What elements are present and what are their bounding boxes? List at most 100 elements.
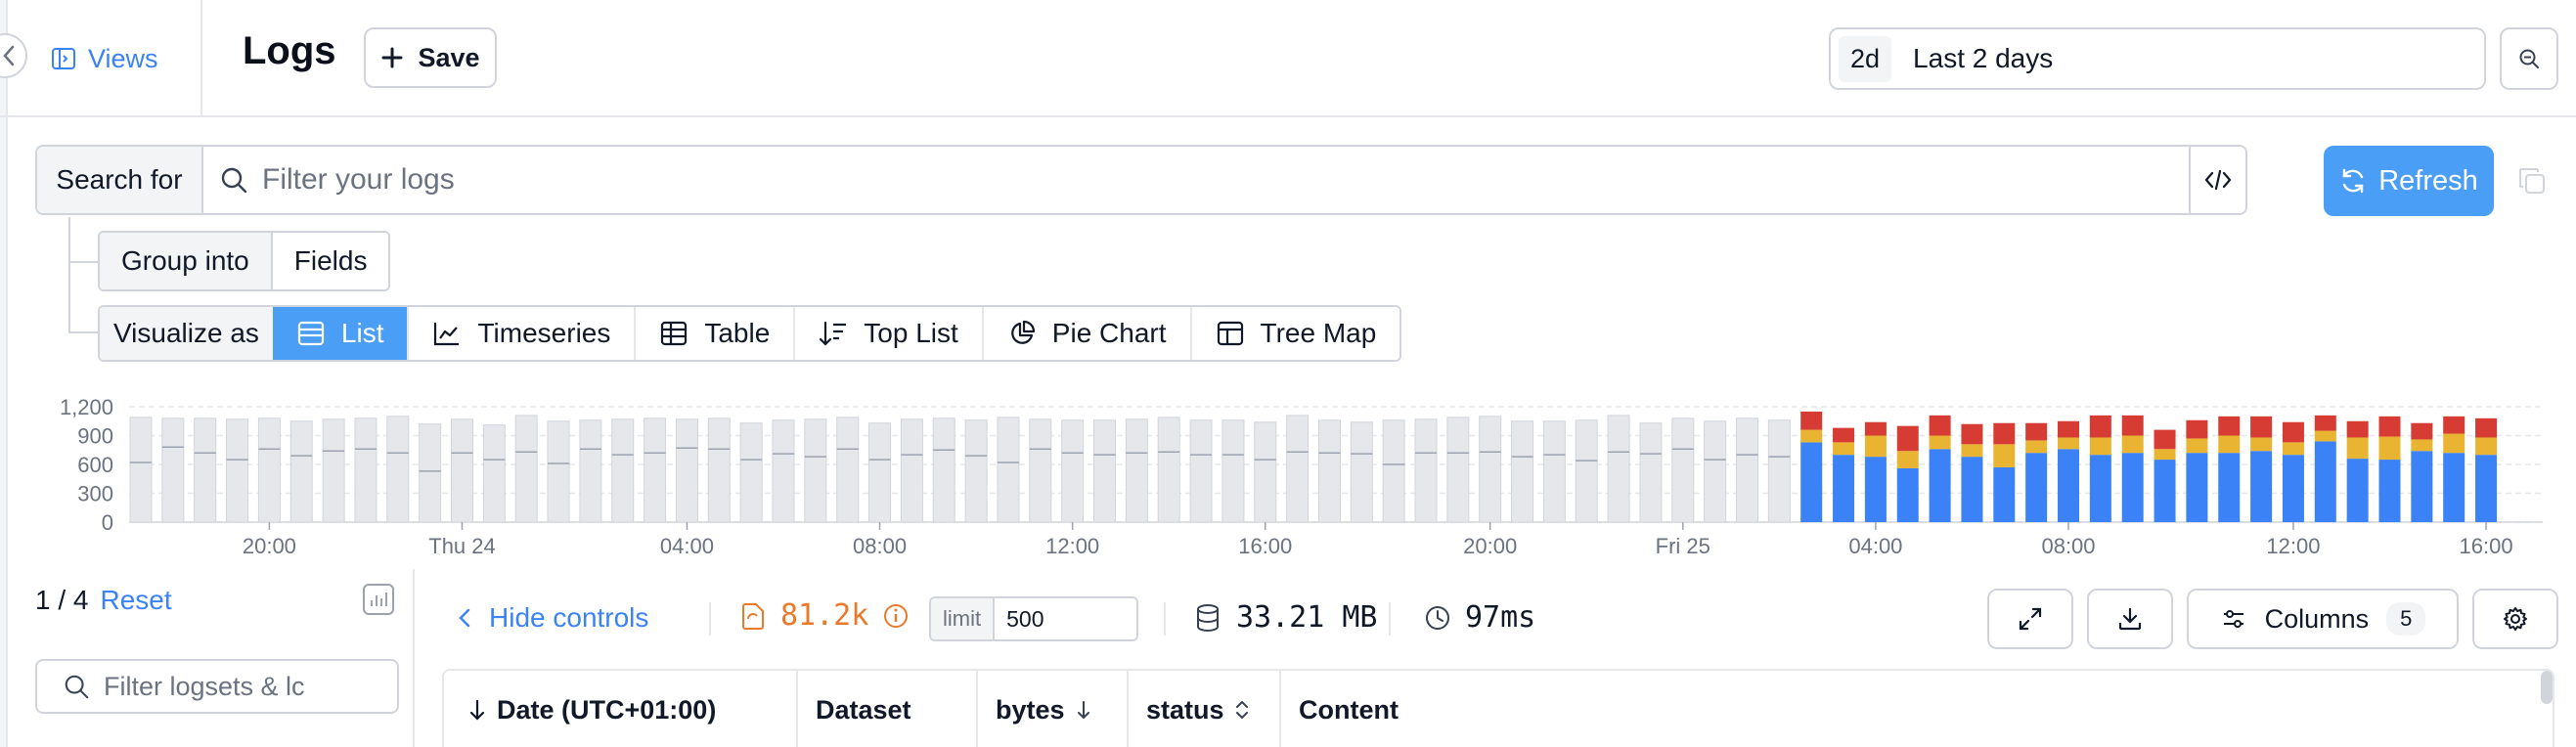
histogram-bar-red: [2025, 422, 2048, 441]
histogram-bar-red: [1961, 423, 1983, 445]
scrollbar[interactable]: [2541, 671, 2553, 704]
histogram-bar-red: [1800, 411, 1823, 430]
histogram-bar-yellow: [2475, 437, 2498, 456]
histogram-bar-yellow: [2186, 438, 2208, 454]
histogram-bar-red: [2154, 429, 2176, 450]
column-header-dataset[interactable]: Dataset: [798, 671, 978, 747]
histogram-bar-blue: [2378, 460, 2401, 522]
hide-controls-button[interactable]: Hide controls: [458, 602, 648, 634]
save-button[interactable]: Save: [364, 27, 497, 88]
histogram-bar-inactive: [1446, 417, 1470, 523]
filter-logsets-field[interactable]: [35, 659, 399, 714]
histogram-bar-yellow: [2089, 437, 2111, 456]
views-link[interactable]: Views: [51, 39, 158, 78]
histogram-bar-inactive: [1767, 419, 1791, 523]
histogram-bar-blue: [2025, 453, 2048, 522]
sliders-icon: [2223, 610, 2243, 628]
histogram-bar-inactive: [194, 417, 217, 523]
stats-separator: [1164, 602, 1166, 636]
info-icon[interactable]: [882, 602, 910, 630]
histogram-bar-inactive: [1157, 417, 1180, 523]
viz-option-timeseries[interactable]: Timeseries: [407, 307, 635, 360]
expand-button[interactable]: [1987, 589, 2073, 649]
stats-separator: [1389, 602, 1391, 636]
column-header-date[interactable]: Date (UTC+01:00): [444, 671, 798, 747]
search-input[interactable]: [262, 163, 2189, 197]
histogram-bar-inactive: [1125, 418, 1148, 523]
column-header-status[interactable]: status: [1129, 671, 1281, 747]
panel-divider: [413, 569, 415, 747]
time-range-chip: 2d: [1839, 35, 1892, 82]
histogram-bar-inactive: [1029, 418, 1052, 523]
x-tick-label: Fri 25: [1656, 534, 1710, 558]
histogram-bar-inactive: [1061, 419, 1085, 523]
group-into-fields-button[interactable]: Fields: [272, 233, 389, 289]
copy-icon[interactable]: [2517, 166, 2547, 196]
histogram-bar-red: [2346, 420, 2369, 438]
refresh-button[interactable]: Refresh: [2324, 146, 2494, 216]
pie-chart-icon: [1010, 320, 1035, 344]
columns-button[interactable]: Columns 5: [2187, 589, 2459, 649]
histogram-bar-inactive: [868, 422, 892, 523]
result-count: 81.2k: [739, 598, 910, 633]
histogram-bar-red: [2314, 415, 2336, 431]
column-header-content[interactable]: Content: [1281, 671, 2553, 747]
zoom-out-button[interactable]: [2500, 27, 2558, 90]
histogram-bar-red: [1929, 415, 1951, 436]
histogram-bar-yellow: [1993, 444, 2016, 467]
viz-option-table[interactable]: Table: [634, 307, 794, 360]
histogram-bar-blue: [2089, 455, 2111, 522]
code-toggle-button[interactable]: [2189, 147, 2245, 213]
viz-option-top-list[interactable]: Top List: [793, 307, 982, 360]
viz-option-pie-chart[interactable]: Pie Chart: [981, 307, 1190, 360]
y-tick-label: 0: [102, 510, 113, 535]
viz-option-list[interactable]: List: [272, 307, 408, 360]
histogram-bar-inactive: [579, 419, 602, 523]
query-time-value: 97ms: [1465, 600, 1536, 635]
histogram-bar-inactive: [1479, 416, 1502, 523]
settings-button[interactable]: [2472, 589, 2558, 649]
histogram-bar-inactive: [514, 415, 538, 523]
histogram-bar-inactive: [161, 417, 185, 523]
limit-input[interactable]: [995, 598, 1113, 639]
download-button[interactable]: [2087, 589, 2173, 649]
histogram-bar-blue: [1929, 449, 1951, 522]
x-tick-label: 12:00: [2266, 534, 2320, 558]
histogram-bar-red: [2089, 415, 2111, 438]
histogram-bar-blue: [1896, 467, 1919, 522]
line-chart-icon: [434, 323, 460, 346]
search-icon: [65, 675, 89, 699]
sort-arrow-down-icon: [469, 699, 485, 721]
histogram-bar-yellow: [2282, 442, 2304, 456]
time-range-picker[interactable]: 2d Last 2 days: [1829, 27, 2486, 90]
stats-separator: [709, 602, 711, 636]
search-input-wrapper[interactable]: [203, 147, 2189, 213]
reset-link[interactable]: Reset: [100, 585, 171, 616]
data-size: 33.21 MB: [1195, 600, 1378, 635]
histogram-bar-red: [2378, 416, 2401, 437]
histogram-bar-inactive: [1254, 421, 1277, 523]
refresh-icon: [2343, 168, 2364, 194]
viz-option-tree-map[interactable]: Tree Map: [1189, 307, 1400, 360]
histogram-bar-inactive: [1542, 420, 1566, 523]
histogram-bar-inactive: [257, 417, 281, 523]
data-size-value: 33.21 MB: [1236, 600, 1378, 635]
histogram-bar-red: [1833, 427, 1855, 443]
x-tick-label: 04:00: [1848, 534, 1902, 558]
column-header-label: Content: [1299, 694, 1399, 725]
chevron-left-icon: [459, 608, 470, 628]
histogram-bar-inactive: [1607, 415, 1630, 523]
hide-controls-label: Hide controls: [489, 602, 649, 633]
table-header: Date (UTC+01:00) Dataset bytes status Co…: [442, 669, 2554, 747]
histogram-bar-inactive: [1704, 420, 1727, 523]
column-header-bytes[interactable]: bytes: [978, 671, 1129, 747]
histogram-bar-red: [2218, 416, 2241, 436]
filter-logsets-input[interactable]: [104, 671, 397, 702]
collapse-sidebar-button[interactable]: [0, 33, 27, 78]
histogram-bar-red: [2443, 416, 2465, 434]
viz-option-label: Tree Map: [1260, 318, 1377, 348]
histogram-bar-yellow: [2443, 433, 2465, 454]
chart-toggle-icon[interactable]: [362, 583, 395, 616]
histogram-bar-inactive: [1317, 419, 1341, 523]
histogram-bar-red: [2250, 416, 2273, 438]
